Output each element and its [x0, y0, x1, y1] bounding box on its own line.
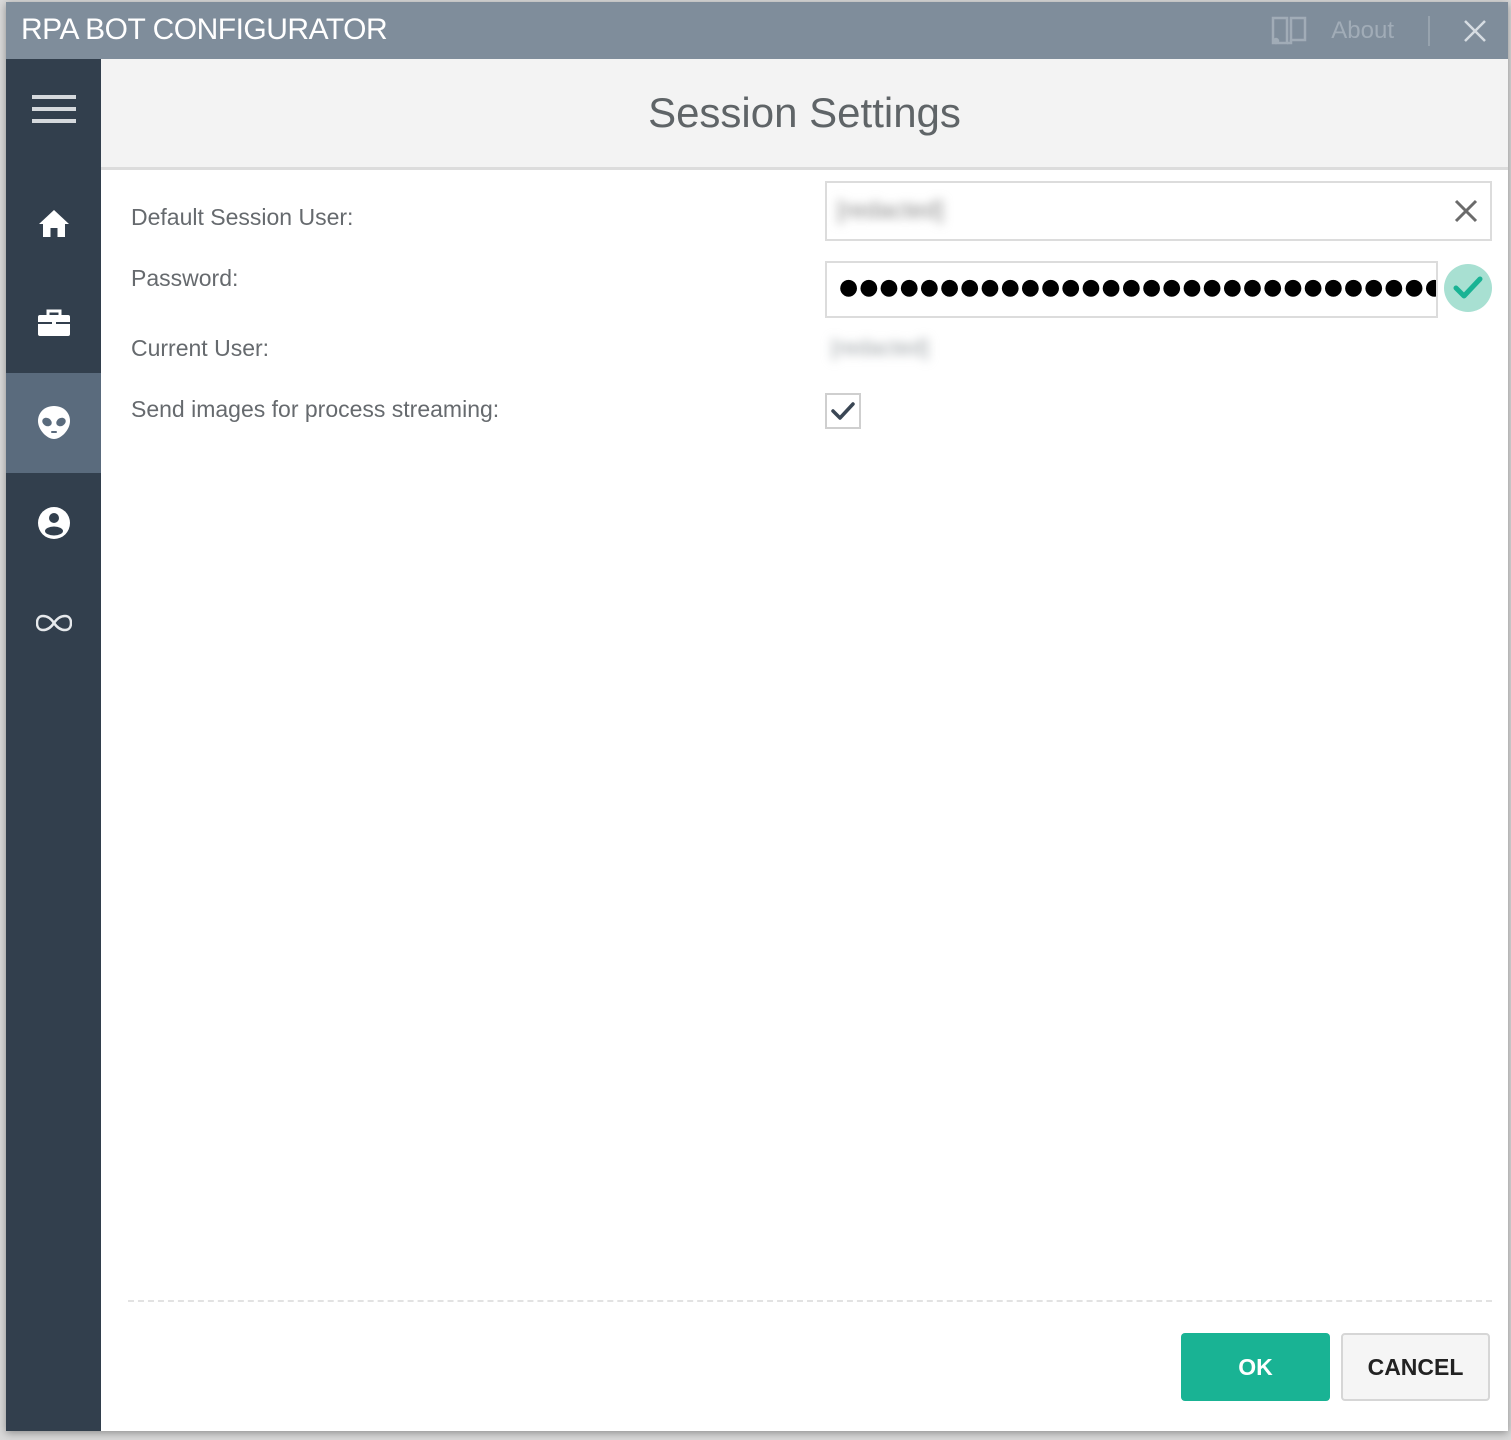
default-session-user-label: Default Session User:	[131, 204, 354, 230]
sidebar	[6, 59, 101, 1431]
about-label: About	[1331, 16, 1394, 44]
current-user-label: Current User:	[131, 335, 270, 361]
about-button[interactable]: About	[1269, 15, 1394, 47]
title-bar: RPA BOT CONFIGURATOR About	[6, 2, 1508, 59]
password-valid-badge	[1444, 264, 1492, 312]
default-session-user-value: [redacted]	[837, 197, 944, 224]
current-user-value: [redacted]	[831, 335, 929, 360]
user-circle-icon	[37, 507, 70, 539]
sidebar-item-menu[interactable]	[6, 59, 101, 159]
default-session-user-input[interactable]: [redacted]	[825, 181, 1492, 241]
page-header: Session Settings	[101, 59, 1508, 170]
password-label: Password:	[131, 265, 239, 291]
sidebar-item-home[interactable]	[6, 173, 101, 273]
infinity-icon	[35, 614, 72, 632]
hamburger-menu-icon	[31, 95, 76, 123]
title-separator	[1428, 15, 1430, 46]
home-icon	[38, 210, 69, 237]
sidebar-item-bot[interactable]	[6, 373, 101, 473]
title-actions: About	[1269, 2, 1488, 59]
checkmark-icon	[831, 402, 855, 420]
password-value: ●●●●●●●●●●●●●●●●●●●●●●●●●●●●●●●●●●●●●●●●…	[839, 275, 1438, 300]
sidebar-item-loop[interactable]	[6, 573, 101, 673]
app-window: RPA BOT CONFIGURATOR About Session Setti…	[6, 2, 1508, 1431]
book-info-icon	[1272, 16, 1307, 44]
send-images-checkbox[interactable]	[825, 393, 861, 429]
send-images-label: Send images for process streaming:	[131, 396, 500, 422]
alien-icon	[37, 406, 70, 439]
app-title: RPA BOT CONFIGURATOR	[21, 13, 388, 46]
ok-button[interactable]: OK	[1181, 1333, 1330, 1401]
main-panel: Session Settings Default Session User: […	[101, 59, 1508, 1431]
close-icon[interactable]	[1462, 18, 1488, 44]
sidebar-item-user[interactable]	[6, 473, 101, 573]
briefcase-icon	[37, 309, 70, 336]
check-icon	[1453, 276, 1483, 299]
cancel-button[interactable]: CANCEL	[1341, 1333, 1490, 1401]
sidebar-item-jobs[interactable]	[6, 273, 101, 373]
page-title: Session Settings	[648, 89, 961, 136]
clear-icon[interactable]	[1452, 197, 1480, 225]
password-input[interactable]: ●●●●●●●●●●●●●●●●●●●●●●●●●●●●●●●●●●●●●●●●…	[825, 261, 1438, 318]
footer-divider	[128, 1300, 1492, 1302]
